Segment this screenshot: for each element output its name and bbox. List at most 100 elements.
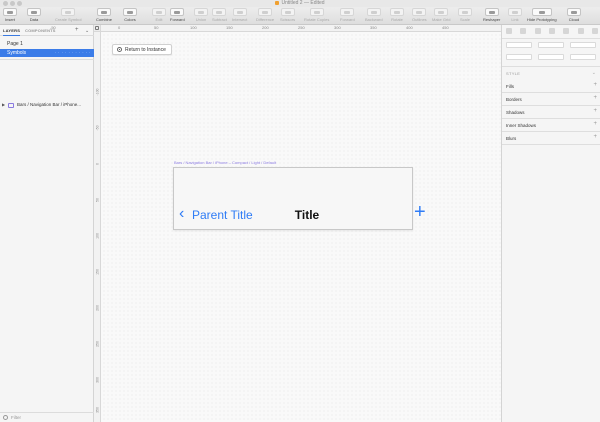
section-blurs[interactable]: Blurs + [502, 132, 600, 145]
filter-placeholder: Filter [11, 415, 21, 420]
toolbar-combine-button[interactable]: Combine [96, 8, 112, 25]
toolbar-edit-button[interactable]: Edit [152, 8, 166, 25]
edit-icon [152, 8, 166, 16]
add-inner-shadow-icon[interactable]: + [593, 121, 597, 127]
toolbar-subtract-button[interactable]: Subtract [212, 8, 227, 25]
chevron-down-icon[interactable]: ⌄ [592, 70, 596, 76]
toolbar-hide-prototyping-button[interactable]: Hide Prototyping [527, 8, 557, 25]
rotation-field[interactable] [570, 42, 596, 48]
ruler-tick-label: 250 [298, 25, 305, 30]
section-inner-shadows[interactable]: Inner Shadows + [502, 119, 600, 132]
toolbar-label: Rotate Copies [304, 17, 330, 22]
add-page-icon[interactable]: + [75, 27, 79, 33]
vertical-ruler[interactable]: -100 -50 0 50 100 150 200 250 300 350 [94, 32, 101, 422]
ruler-tick-label: 150 [226, 25, 233, 30]
height-field[interactable] [538, 54, 564, 60]
ruler-tick-label: 250 [95, 341, 100, 347]
distribute-icon[interactable] [591, 28, 598, 34]
toolbar-reshaper-button[interactable]: Reshaper [483, 8, 500, 25]
align-middle-icon[interactable] [563, 28, 570, 34]
toolbar-link-button[interactable]: Link [508, 8, 522, 25]
page-item-page-1[interactable]: Page 1 [0, 40, 94, 48]
tab-layers[interactable]: LAYERS [3, 28, 20, 33]
toolbar-colors-button[interactable]: Colors [123, 8, 137, 25]
outlines-icon [412, 8, 427, 16]
toolbar-outlines-button[interactable]: Outlines [412, 8, 427, 25]
toolbar-intersect-button[interactable]: Intersect [232, 8, 247, 25]
toolbar-difference-button[interactable]: Difference [256, 8, 274, 25]
toolbar-create-symbol-button[interactable]: Create Symbol [55, 8, 81, 25]
ruler-tick-label: 450 [442, 25, 449, 30]
artboard-title[interactable]: Bars / Navigation Bar / iPhone – Compact… [174, 160, 276, 165]
section-shadows[interactable]: Shadows + [502, 106, 600, 119]
scissors-icon [280, 8, 295, 16]
layer-name: Bars / Navigation Bar / iPhone... [17, 102, 82, 107]
pages-divider [0, 59, 94, 60]
toolbar-label: Combine [96, 17, 113, 22]
layers-sidebar: LAYERS COMPONENTS + ⌄ Page 1 Symbols · ·… [0, 25, 94, 422]
horizontal-ruler[interactable]: -50 0 50 100 150 200 250 300 350 400 450 [50, 25, 501, 32]
ruler-tick-label: 350 [95, 407, 100, 413]
position-x-field[interactable] [506, 42, 532, 48]
section-label: Blurs [506, 136, 517, 141]
section-fills[interactable]: Fills + [502, 80, 600, 93]
section-borders[interactable]: Borders + [502, 93, 600, 106]
toolbar-forward-button[interactable]: Forward [170, 8, 185, 25]
canvas[interactable]: -50 0 50 100 150 200 250 300 350 400 450 -100 -50 0 5… [50, 25, 501, 422]
navigation-title: Title [294, 208, 320, 222]
align-center-icon[interactable] [520, 28, 527, 34]
toolbar-label: Hide Prototyping [527, 17, 557, 22]
symbol-master-icon [8, 103, 14, 108]
ruler-tick-label: 150 [95, 269, 100, 275]
add-border-icon[interactable]: + [593, 95, 597, 101]
active-tab-indicator [3, 35, 20, 36]
layer-filter[interactable]: Filter [0, 412, 94, 422]
toolbar-scale-button[interactable]: Scale [458, 8, 472, 25]
ruler-tick-label: 300 [334, 25, 341, 30]
navigation-bar-symbol[interactable]: ‹ Parent Title Title + [173, 167, 426, 230]
toolbar-union-button[interactable]: Union [194, 8, 208, 25]
collapse-pages-icon[interactable]: ⌄ [85, 28, 89, 34]
align-left-icon[interactable] [506, 28, 512, 34]
toolbar-insert-button[interactable]: Insert [3, 8, 17, 25]
add-shadow-icon[interactable]: + [593, 108, 597, 114]
data-icon [27, 8, 41, 16]
align-right-icon[interactable] [534, 28, 541, 34]
toolbar-label: Insert [4, 17, 15, 22]
align-top-icon[interactable] [548, 28, 555, 34]
toolbar-rotate-copies-button[interactable]: Rotate Copies [304, 8, 329, 25]
toolbar-label: Cloud [568, 17, 580, 22]
forward-icon [340, 8, 355, 16]
toolbar-cloud-button[interactable]: Cloud [567, 8, 581, 25]
flip-field[interactable] [570, 54, 596, 60]
toolbar-scissors-button[interactable]: Scissors [280, 8, 295, 25]
rotate-icon [390, 8, 404, 16]
toolbar-rotate-button[interactable]: Rotate [390, 8, 404, 25]
toolbar-forward-button[interactable]: Forward [340, 8, 355, 25]
page-item-symbols[interactable]: Symbols · · · · · · · · · · · [0, 49, 94, 57]
toolbar-data-button[interactable]: Data [27, 8, 41, 25]
toolbar-backward-button[interactable]: Backward [365, 8, 383, 25]
layer-row[interactable]: ▶ Bars / Navigation Bar / iPhone... [0, 100, 94, 110]
disclosure-triangle-icon[interactable]: ▶ [2, 102, 5, 107]
return-to-instance-button[interactable]: Return to Instance [112, 44, 172, 55]
plus-icon [3, 8, 17, 16]
align-bottom-icon[interactable] [577, 28, 584, 34]
lock-icon [95, 26, 99, 30]
toolbar-label: Scissors [280, 17, 296, 22]
ruler-tick-label: 0 [118, 25, 121, 30]
page-item-label: Symbols [7, 50, 27, 56]
section-label: Fills [506, 84, 514, 89]
toolbar-label: Make Grid [432, 17, 451, 22]
intersect-icon [232, 8, 247, 16]
toolbar-make-grid-button[interactable]: Make Grid [432, 8, 450, 25]
rotate-copies-icon [309, 8, 324, 16]
add-fill-icon[interactable]: + [593, 82, 597, 88]
width-field[interactable] [506, 54, 532, 60]
selection-dots: · · · · · · · · · · · [54, 50, 91, 55]
position-y-field[interactable] [538, 42, 564, 48]
toolbar-label: Create Symbol [55, 17, 82, 22]
union-icon [194, 8, 208, 16]
ruler-tick-label: 50 [154, 25, 159, 30]
add-blur-icon[interactable]: + [593, 134, 597, 140]
